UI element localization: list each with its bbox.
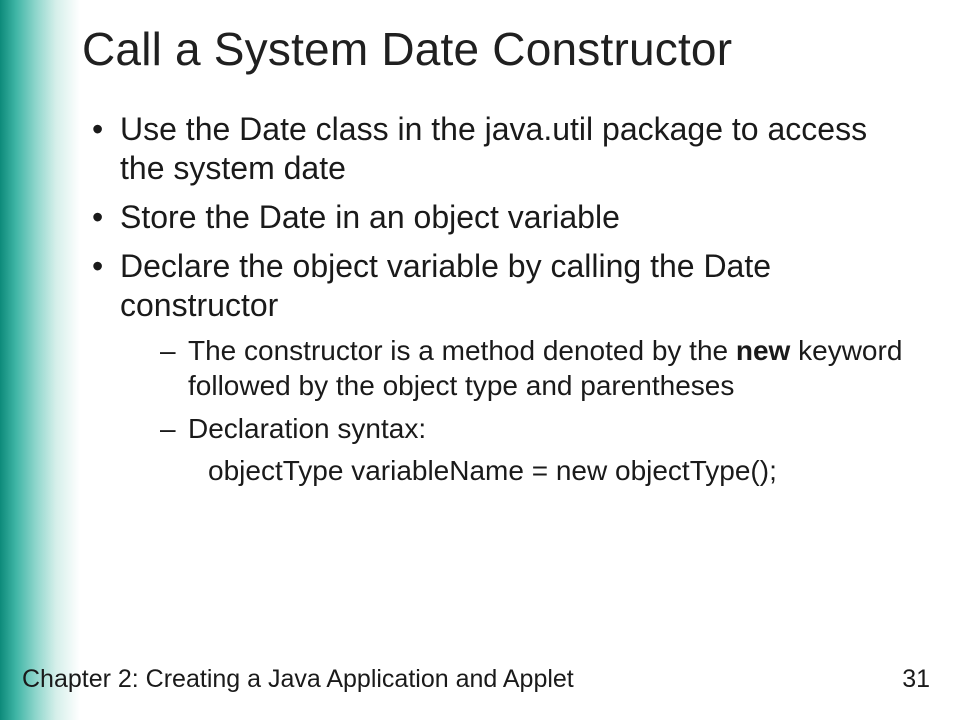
slide-content: Call a System Date Constructor Use the D… [70, 0, 940, 720]
main-bullet-list: Use the Date class in the java.util pack… [82, 110, 910, 488]
chapter-label: Chapter 2: Creating a Java Application a… [22, 665, 574, 694]
bullet-text: Declare the object variable by calling t… [120, 248, 771, 323]
bullet-item: Declare the object variable by calling t… [92, 247, 910, 488]
page-number: 31 [902, 665, 930, 694]
bullet-text: Store the Date in an object variable [120, 199, 620, 235]
sub-bullet-text: Declaration syntax: [188, 413, 426, 444]
sub-bullet-text-pre: The constructor is a method denoted by t… [188, 335, 736, 366]
sub-bullet-list: The constructor is a method denoted by t… [120, 333, 910, 446]
bullet-item: Store the Date in an object variable [92, 198, 910, 237]
code-syntax-line: objectType variableName = new objectType… [120, 454, 910, 488]
slide-footer: Chapter 2: Creating a Java Application a… [22, 665, 930, 694]
bullet-item: Use the Date class in the java.util pack… [92, 110, 910, 188]
decorative-gradient-bar [0, 0, 80, 720]
bullet-text: Use the Date class in the java.util pack… [120, 111, 867, 186]
slide-title: Call a System Date Constructor [82, 22, 910, 76]
sub-bullet-item: Declaration syntax: [160, 411, 910, 446]
keyword-bold: new [736, 335, 790, 366]
sub-bullet-item: The constructor is a method denoted by t… [160, 333, 910, 403]
